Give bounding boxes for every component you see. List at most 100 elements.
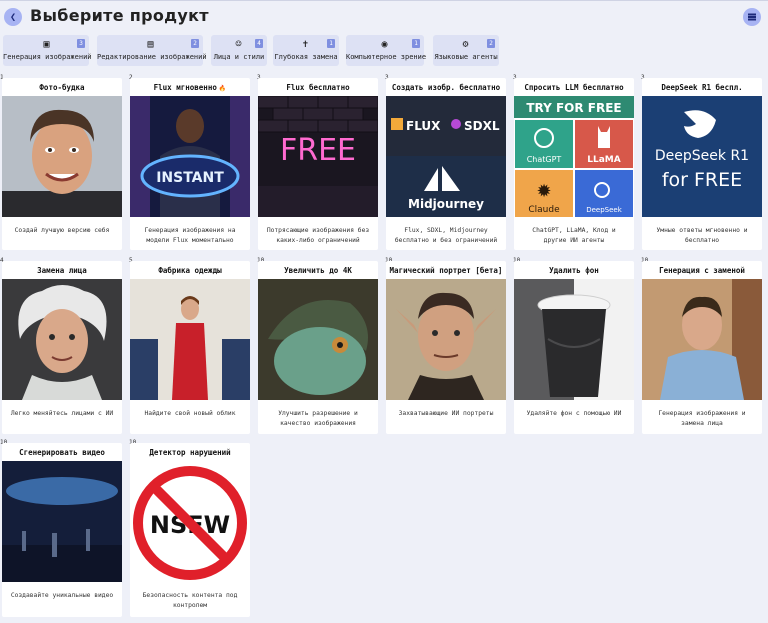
instant-neon-image: INSTANT: [130, 96, 250, 217]
card-title: Flux мгновенно 🔥: [153, 83, 227, 92]
card-generate-with-swap[interactable]: Генерация с заменой Генерация изображени…: [642, 261, 762, 434]
category-image-editing[interactable]: ▤ 2 Редактирование изображений: [97, 35, 207, 66]
portrait-photo-image: [2, 96, 122, 217]
category-language-agents[interactable]: ⚙ 2 Языковые агенты: [433, 35, 499, 66]
category-count-badge: 1: [327, 39, 335, 48]
chevron-left-icon: ❮: [9, 11, 17, 23]
card-description: Найдите свой новый облик: [144, 410, 236, 417]
back-button[interactable]: ❮: [4, 8, 22, 26]
category-label: Компьютерное зрение: [346, 53, 427, 61]
man-cafe-image: [642, 279, 762, 400]
card-clothes-factory[interactable]: Фабрика одежды Найдите свой новый облик: [130, 261, 250, 434]
hot-icon: 🔥: [218, 85, 227, 92]
category-deep-swap[interactable]: ✝ 1 Глубокая замена: [273, 35, 339, 66]
lizard-image: [258, 279, 378, 400]
card-title: Замена лица: [37, 266, 87, 275]
free-neon-image: FREE: [258, 96, 378, 217]
person-swap-icon: ✝: [302, 39, 309, 50]
card-description: Захватывающие ИИ портреты: [398, 410, 494, 417]
card-flux-instant[interactable]: Flux мгновенно 🔥 INSTANT Генерация изобра…: [130, 78, 250, 250]
top-divider: [0, 0, 768, 1]
midjourney-logo-text: Midjourney: [408, 197, 484, 211]
category-label: Лица и стили: [213, 53, 265, 61]
image-pencil-icon: ▤: [147, 39, 154, 50]
category-label: Редактирование изображений: [97, 53, 207, 61]
free-sign-text: FREE: [280, 133, 356, 168]
card-title: DeepSeek R1 беспл.: [661, 83, 743, 92]
card-description: Улучшить разрешение и качество изображен…: [278, 410, 358, 427]
category-count-badge: 3: [77, 39, 85, 48]
card-description: Безопасность контента под контролем: [142, 592, 238, 609]
card-description: Генерация изображения и замена лица: [658, 410, 746, 427]
category-count-badge: 4: [255, 39, 263, 48]
card-deepseek-free[interactable]: DeepSeek R1 беспл. DeepSeek R1 for FREE …: [642, 78, 762, 250]
old-man-portrait-image: [2, 279, 122, 400]
flight-attendant-image: [130, 279, 250, 400]
card-upscale-4k[interactable]: Увеличить до 4K Улучшить разрешение и ка…: [258, 261, 378, 434]
sdxl-logo-text: SDXL: [464, 119, 500, 133]
deepseek-image: DeepSeek R1 for FREE: [642, 96, 762, 217]
category-label: Глубокая замена: [274, 53, 338, 61]
card-description: Легко меняйтесь лицами с ИИ: [10, 410, 114, 417]
video-scene-image: [2, 461, 122, 582]
card-description: ChatGPT, LLaMA, Клод и другие ИИ агенты: [532, 227, 616, 244]
card-title: Сгенерировать видео: [19, 448, 105, 457]
card-title: Увеличить до 4K: [284, 266, 352, 275]
image-edit-icon: ▣: [43, 39, 50, 50]
chatgpt-label: ChatGPT: [527, 155, 562, 164]
category-count-badge: 2: [487, 39, 495, 48]
card-title: Фото-будка: [39, 83, 85, 92]
card-violation-detector[interactable]: Детектор нарушений NSFW Безопасность кон…: [130, 443, 250, 617]
card-title: Детектор нарушений: [149, 448, 231, 457]
card-description: Создавайте уникальные видео: [10, 592, 114, 599]
card-flux-free[interactable]: Flux бесплатно FREE Потрясающие изображе…: [258, 78, 378, 250]
try-free-banner: TRY FOR FREE: [526, 101, 621, 115]
llama-label: LLaMA: [587, 155, 620, 165]
scan-icon: ◉: [381, 39, 388, 50]
card-title: Магический портрет [бета]: [389, 266, 503, 275]
nsfw-sign-image: NSFW: [130, 461, 250, 582]
llm-grid-image: TRY FOR FREE ChatGPT LLaMA ✹ Claude Deep…: [514, 96, 634, 217]
instant-sign-text: INSTANT: [156, 170, 224, 186]
card-description: Удаляйте фон с помощью ИИ: [526, 410, 622, 417]
card-description: Потрясающие изображения без каких-либо о…: [266, 227, 370, 244]
category-computer-vision[interactable]: ◉ 1 Компьютерное зрение: [346, 35, 427, 66]
card-title: Генерация с заменой: [659, 266, 745, 275]
card-generate-video[interactable]: Сгенерировать видео Создавайте уникальны…: [2, 443, 122, 617]
page-title: Выберите продукт: [30, 6, 209, 25]
card-title: Flux бесплатно: [286, 83, 350, 92]
card-description: Генерация изображения на модели Flux мом…: [144, 227, 236, 244]
category-faces-styles[interactable]: ☺ 4 Лица и стили: [211, 35, 267, 66]
for-free-text: for FREE: [662, 169, 742, 191]
category-label: Генерация изображений: [3, 53, 92, 61]
card-title: Спросить LLM бесплатно: [524, 83, 624, 92]
flux-logo-text: FLUX: [406, 119, 441, 133]
elf-portrait-image: [386, 279, 506, 400]
card-ask-llm-free[interactable]: Спросить LLM бесплатно TRY FOR FREE Chat…: [514, 78, 634, 250]
card-title: Фабрика одежды: [158, 266, 222, 275]
card-title: Создать изобр. бесплатно: [391, 83, 501, 92]
deepseek-r1-text: DeepSeek R1: [655, 148, 749, 164]
card-photo-booth[interactable]: Фото-будка Создай лучшую версию себя: [2, 78, 122, 250]
menu-button[interactable]: [743, 8, 761, 26]
card-magic-portrait[interactable]: Магический портрет [бета] Захватывающие …: [386, 261, 506, 434]
card-description: Умные ответы мгновенно и бесплатно: [656, 227, 748, 244]
card-description: Flux, SDXL, Midjourney бесплатно и без о…: [394, 227, 498, 244]
card-create-image-free[interactable]: Создать изобр. бесплатно FLUX SDXL Midjo…: [386, 78, 506, 250]
hamburger-icon: [748, 16, 756, 18]
agent-icon: ⚙: [462, 39, 469, 50]
flux-sdxl-midjourney-image: FLUX SDXL Midjourney: [386, 96, 506, 217]
card-face-swap[interactable]: Замена лица Легко меняйтесь лицами с ИИ: [2, 261, 122, 434]
category-count-badge: 2: [191, 39, 199, 48]
category-label: Языковые агенты: [434, 53, 498, 61]
deepseek-label: DeepSeek: [586, 206, 623, 214]
category-image-generation[interactable]: ▣ 3 Генерация изображений: [3, 35, 92, 66]
card-remove-background[interactable]: Удалить фон Удаляйте фон с помощью ИИ: [514, 261, 634, 434]
claude-star-icon: ✹: [536, 181, 551, 202]
card-description: Создай лучшую версию себя: [14, 227, 110, 234]
face-frame-icon: ☺: [235, 39, 242, 50]
coffee-cup-image: [514, 279, 634, 400]
category-count-badge: 1: [412, 39, 420, 48]
claude-label: Claude: [528, 205, 560, 215]
card-title: Удалить фон: [549, 266, 599, 275]
